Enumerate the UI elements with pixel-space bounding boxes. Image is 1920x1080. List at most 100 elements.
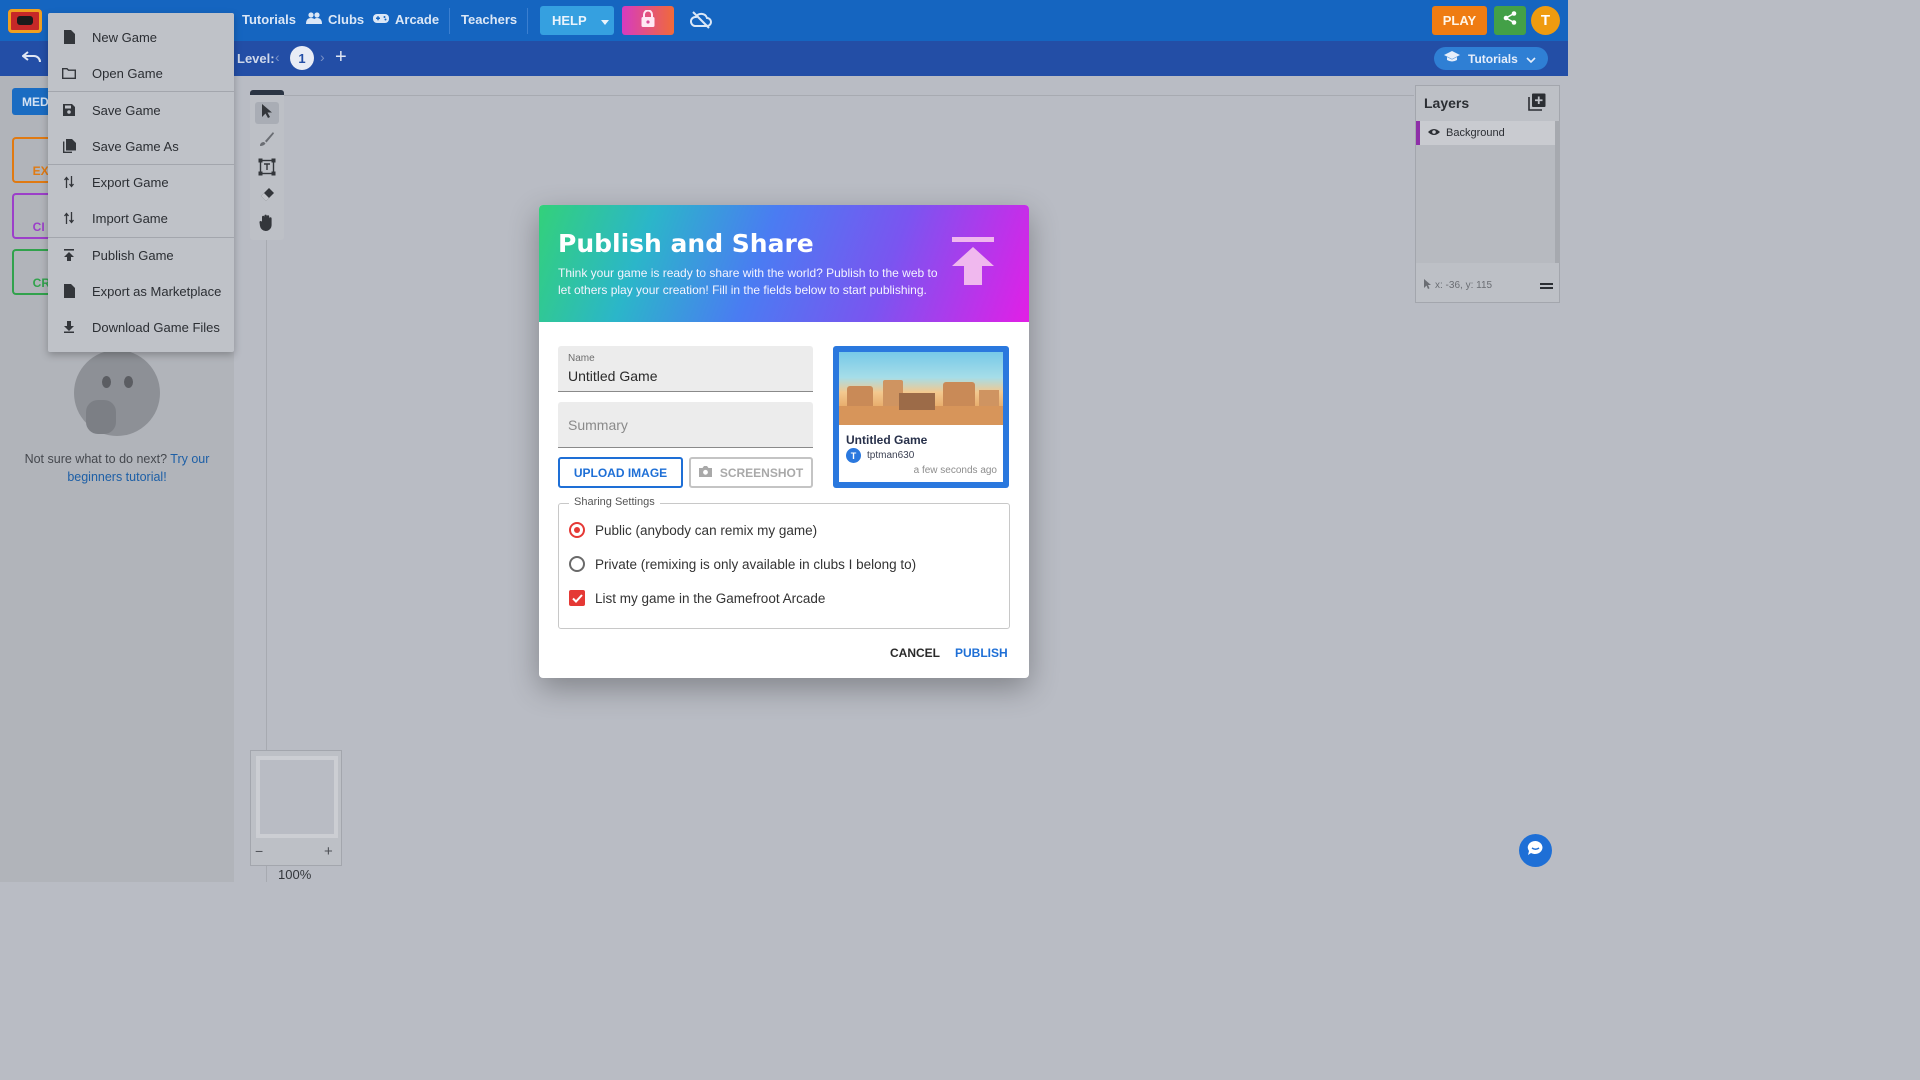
arcade-option[interactable]: List my game in the Gamefroot Arcade (569, 590, 825, 606)
menu-publish-game[interactable]: Publish Game (48, 237, 234, 273)
gamefroot-logo[interactable] (8, 9, 42, 33)
menu-item-label: Import Game (92, 210, 168, 226)
upload-image-label: UPLOAD IMAGE (573, 465, 668, 480)
dialog-description: Think your game is ready to share with t… (558, 266, 938, 297)
public-option[interactable]: Public (anybody can remix my game) (569, 522, 817, 538)
tutorials-dropdown-label: Tutorials (1468, 51, 1518, 66)
left-card-animate[interactable]: CI AN (12, 193, 52, 239)
menu-new-game[interactable]: New Game (48, 19, 234, 55)
tutorial-hint: Not sure what to do next? Try our beginn… (14, 450, 220, 486)
left-card-label: CI AN (26, 220, 45, 237)
eraser-icon (259, 187, 275, 208)
layers-panel: Layers Background x: -36, y: 115 (1415, 85, 1560, 303)
publish-icon (951, 237, 995, 292)
file-icon (62, 30, 76, 44)
hint-text: Not sure what to do next? (24, 452, 168, 466)
pan-tool[interactable] (255, 214, 279, 236)
screenshot-button[interactable]: SCREENSHOT (689, 457, 813, 488)
preview-user: T tptman630 (846, 448, 914, 463)
cancel-button[interactable]: CANCEL (890, 646, 940, 660)
chat-button[interactable] (1519, 834, 1552, 867)
share-button[interactable] (1494, 6, 1526, 35)
menu-item-label: New Game (92, 29, 158, 45)
game-thumbnail (839, 352, 1003, 425)
swap-icon (62, 175, 76, 189)
coordinates-text: x: -36, y: 115 (1435, 280, 1493, 291)
copy-icon (62, 139, 76, 153)
layer-item[interactable]: Background (1416, 121, 1555, 145)
camera-icon (698, 465, 712, 480)
drag-handle-icon[interactable] (1540, 283, 1553, 285)
name-field-value[interactable]: Untitled Game (568, 368, 657, 384)
arcade-option-label: List my game in the Gamefroot Arcade (595, 590, 826, 606)
media-tab[interactable]: MED (12, 88, 52, 115)
private-option[interactable]: Private (remixing is only available in c… (569, 556, 916, 572)
menu-item-label: Download Game Files (92, 319, 220, 335)
tutorials-dropdown[interactable]: Tutorials (1434, 47, 1548, 70)
public-radio[interactable] (569, 522, 585, 538)
brush-tool[interactable] (255, 130, 279, 152)
private-radio[interactable] (569, 556, 585, 572)
chat-icon (1527, 840, 1544, 861)
left-card-create[interactable]: CRE E (12, 249, 52, 295)
nav-divider (449, 8, 450, 34)
zoom-out-button[interactable]: − (255, 843, 263, 859)
nav-tutorials[interactable]: Tutorials (224, 12, 296, 27)
level-number[interactable]: 1 (290, 46, 314, 70)
menu-open-game[interactable]: Open Game (48, 55, 234, 91)
folder-icon (62, 66, 76, 80)
menu-export-marketplace[interactable]: Export as Marketplace (48, 273, 234, 309)
menu-item-label: Publish Game (92, 247, 174, 263)
caret-down-icon (600, 13, 609, 28)
menu-save-game[interactable]: Save Game (48, 92, 234, 128)
name-field[interactable]: Name Untitled Game (558, 346, 813, 392)
left-card-explore[interactable]: EX M (12, 137, 52, 183)
play-button[interactable]: PLAY (1432, 6, 1487, 35)
arcade-checkbox[interactable] (569, 590, 585, 606)
user-avatar[interactable]: T (1531, 6, 1560, 35)
level-next-icon[interactable]: › (320, 49, 325, 65)
menu-import-game[interactable]: Import Game (48, 200, 234, 236)
nav-clubs[interactable]: Clubs (306, 12, 364, 27)
preview-username: tptman630 (867, 450, 915, 461)
upload-image-button[interactable]: UPLOAD IMAGE (558, 457, 683, 488)
play-label: PLAY (1442, 13, 1477, 28)
summary-field-placeholder: Summary (568, 417, 628, 433)
eraser-tool[interactable] (255, 186, 279, 208)
eye-icon[interactable] (1428, 127, 1440, 139)
menu-download-game-files[interactable]: Download Game Files (48, 309, 234, 345)
menu-item-label: Export as Marketplace (92, 283, 222, 299)
zoom-level: 100% (278, 867, 312, 882)
lock-button[interactable] (622, 6, 674, 35)
cloud-off-icon[interactable] (689, 11, 712, 34)
chevron-down-icon (1526, 52, 1536, 66)
add-layer-icon[interactable] (1528, 93, 1546, 116)
user-avatar-initial: T (1540, 12, 1551, 29)
game-preview-card[interactable]: Untitled Game T tptman630 a few seconds … (833, 346, 1009, 488)
menu-item-label: Save Game (92, 102, 161, 118)
lock-icon (641, 9, 655, 32)
add-level-icon[interactable]: + (335, 46, 347, 69)
nav-clubs-label: Clubs (328, 12, 365, 27)
summary-field[interactable]: Summary (558, 402, 813, 448)
share-icon (1503, 11, 1517, 30)
swap-icon (62, 211, 76, 225)
layers-title: Layers (1424, 95, 1470, 111)
nav-arcade[interactable]: Arcade (373, 12, 439, 27)
layer-name: Background (1446, 127, 1505, 139)
undo-icon[interactable] (21, 50, 42, 69)
menu-export-game[interactable]: Export Game (48, 164, 234, 200)
select-tool[interactable] (255, 102, 279, 124)
menu-save-game-as[interactable]: Save Game As (48, 128, 234, 164)
public-option-label: Public (anybody can remix my game) (595, 522, 818, 538)
nav-teachers[interactable]: Teachers (461, 12, 517, 27)
layers-scrollbar[interactable] (1555, 121, 1560, 263)
publish-button[interactable]: PUBLISH (955, 646, 1008, 660)
cursor-coordinates: x: -36, y: 115 (1424, 279, 1492, 292)
minimap-viewport[interactable] (256, 756, 338, 838)
level-prev-icon[interactable]: ‹ (275, 49, 280, 65)
resize-tool[interactable] (255, 158, 279, 180)
zoom-in-button[interactable]: + (324, 843, 333, 860)
sharing-settings-legend: Sharing Settings (569, 496, 660, 508)
help-button[interactable]: HELP (540, 6, 614, 35)
